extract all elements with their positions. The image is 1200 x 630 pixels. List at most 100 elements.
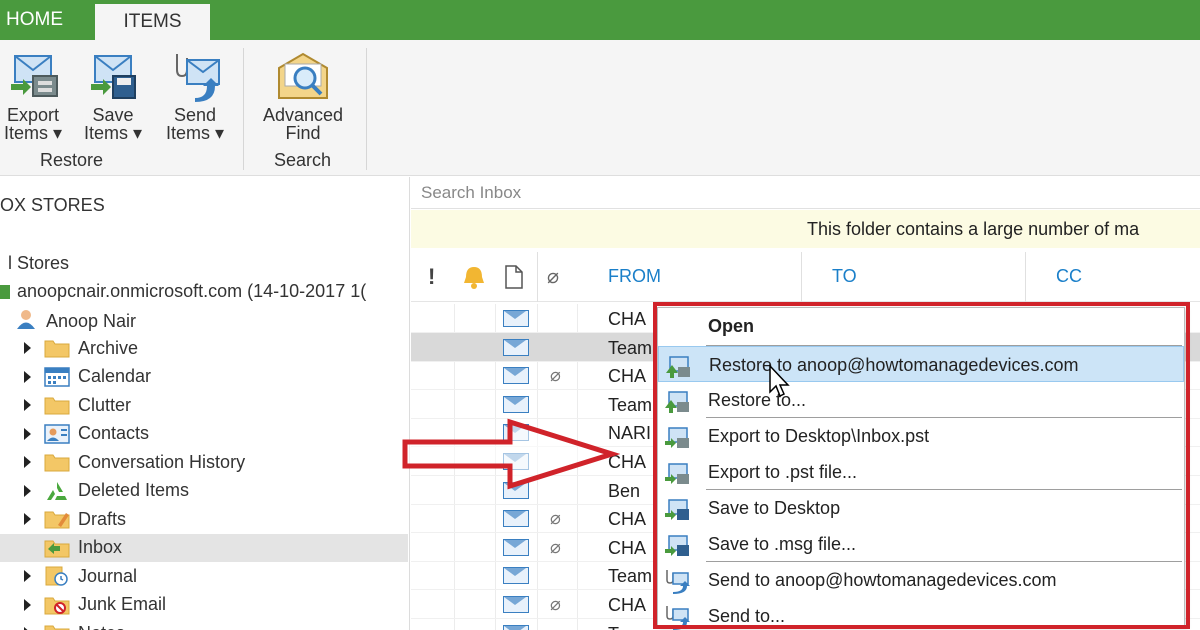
account-icon: [0, 285, 10, 300]
tab-items[interactable]: ITEMS: [95, 4, 210, 40]
expand-arrow-icon[interactable]: [24, 513, 31, 525]
folder-item-deleted-items[interactable]: Deleted Items: [0, 477, 408, 505]
ribbon-separator: [366, 48, 367, 170]
advanced-find-label-2: Find: [285, 123, 321, 143]
folder-item-journal[interactable]: Journal: [0, 562, 408, 590]
reminder-bell-icon[interactable]: [461, 264, 487, 295]
red-highlight-box: [653, 302, 1190, 629]
folder-item-inbox[interactable]: Inbox: [0, 533, 408, 562]
calendar-icon: [44, 366, 70, 387]
expand-arrow-icon[interactable]: [24, 370, 31, 383]
message-from: CHA: [608, 309, 647, 329]
contacts-icon: [44, 423, 70, 444]
importance-icon[interactable]: !: [428, 264, 435, 290]
message-from: CHA: [608, 537, 647, 558]
attachment-icon: ⌀: [550, 508, 561, 529]
envelope-icon: [503, 395, 529, 413]
expand-arrow-icon[interactable]: [24, 342, 31, 354]
account-label: anoopcnair.onmicrosoft.com (14-10-2017 1…: [17, 281, 367, 301]
attachment-icon: ⌀: [550, 365, 561, 386]
column-divider: [1025, 252, 1026, 302]
folder-item-calendar[interactable]: Calendar: [0, 363, 408, 391]
folder-icon: [44, 338, 70, 358]
expand-arrow-icon[interactable]: [24, 427, 31, 440]
column-divider: [537, 252, 538, 302]
send-items-icon: [165, 50, 225, 102]
message-from: Team: [608, 337, 653, 358]
column-divider: [801, 252, 802, 302]
folder-item-conversation-history[interactable]: Conversation History: [0, 448, 408, 476]
message-from: Team: [608, 624, 652, 630]
search-input[interactable]: Search Inbox: [411, 177, 1200, 209]
folder-label: Calendar: [78, 366, 152, 386]
ribbon: Export Items ▾ Save Items ▾ Send Items ▾…: [0, 40, 1200, 176]
folder-label: Notes: [78, 623, 125, 630]
journal-icon: [44, 566, 70, 586]
info-banner: This folder contains a large number of m…: [411, 210, 1200, 248]
column-to[interactable]: TO: [832, 266, 857, 287]
drafts-icon: [44, 509, 70, 529]
folder-label: Journal: [78, 565, 138, 586]
folder-label: Inbox: [78, 537, 123, 557]
export-items-label-1: Export: [6, 105, 60, 125]
tab-home[interactable]: HOME: [0, 0, 78, 40]
tree-node-account[interactable]: anoopcnair.onmicrosoft.com (14-10-2017 1…: [0, 281, 366, 302]
attachment-icon: ⌀: [550, 536, 561, 557]
column-cc[interactable]: CC: [1056, 266, 1082, 287]
folder-item-archive[interactable]: Archive: [0, 334, 408, 362]
folder-label: Contacts: [78, 423, 150, 443]
advanced-find-button[interactable]: Advanced Find: [255, 50, 351, 142]
folder-icon: [44, 395, 70, 415]
save-items-label-1: Save: [92, 105, 134, 125]
envelope-icon: [503, 596, 529, 613]
message-from: CHA: [608, 366, 647, 387]
mouse-cursor-icon: [769, 364, 790, 398]
folder-label: Junk Email: [78, 594, 167, 614]
folder-icon: [44, 452, 70, 472]
folder-label: Deleted Items: [78, 480, 190, 500]
recycle-icon: [44, 481, 70, 501]
envelope-icon: [503, 510, 529, 528]
send-items-button[interactable]: Send Items ▾: [160, 50, 230, 142]
document-icon[interactable]: [504, 264, 524, 295]
inbox-icon: [44, 538, 70, 558]
folder-item-clutter[interactable]: Clutter: [0, 391, 408, 419]
folder-icon: [44, 623, 70, 630]
group-label-restore: Restore: [40, 150, 104, 170]
advanced-find-label-1: Advanced: [262, 105, 344, 125]
column-from[interactable]: FROM: [608, 266, 661, 287]
export-items-button[interactable]: Export Items ▾: [2, 50, 64, 142]
message-from: Team: [608, 394, 653, 415]
expand-arrow-icon[interactable]: [24, 570, 31, 582]
ribbon-separator: [243, 48, 244, 170]
folder-label: Drafts: [78, 508, 127, 529]
advanced-find-icon: [273, 50, 333, 102]
folder-label: Clutter: [78, 394, 132, 415]
send-items-label-2: Items ▾: [165, 123, 225, 143]
message-from: Team: [608, 566, 653, 587]
export-items-icon: [3, 50, 63, 102]
export-items-label-2: Items ▾: [3, 123, 63, 143]
envelope-icon: [503, 624, 529, 630]
group-label-search: Search: [274, 150, 332, 170]
expand-arrow-icon[interactable]: [24, 399, 31, 411]
save-items-button[interactable]: Save Items ▾: [82, 50, 144, 142]
tree-node-stores[interactable]: l Stores: [8, 253, 69, 274]
folder-label: Conversation History: [78, 451, 246, 472]
folder-item-notes[interactable]: Notes: [0, 619, 408, 630]
folder-item-drafts[interactable]: Drafts: [0, 505, 408, 533]
expand-arrow-icon[interactable]: [24, 598, 31, 611]
panel-title: OX STORES: [0, 195, 105, 215]
folder-item-contacts[interactable]: Contacts: [0, 420, 408, 448]
envelope-icon: [503, 310, 529, 327]
folder-item-junk-email[interactable]: Junk Email: [0, 591, 408, 619]
save-items-icon: [83, 50, 143, 102]
expand-arrow-icon[interactable]: [24, 456, 31, 468]
junk-icon: [44, 595, 70, 615]
attachment-header-icon[interactable]: ⌀: [547, 264, 559, 289]
message-from: CHA: [608, 509, 647, 530]
attachment-icon: ⌀: [550, 594, 561, 614]
ribbon-tab-bar: HOME ITEMS: [0, 0, 1200, 40]
tree-node-user[interactable]: Anoop Nair: [14, 308, 136, 335]
expand-arrow-icon[interactable]: [24, 484, 31, 497]
